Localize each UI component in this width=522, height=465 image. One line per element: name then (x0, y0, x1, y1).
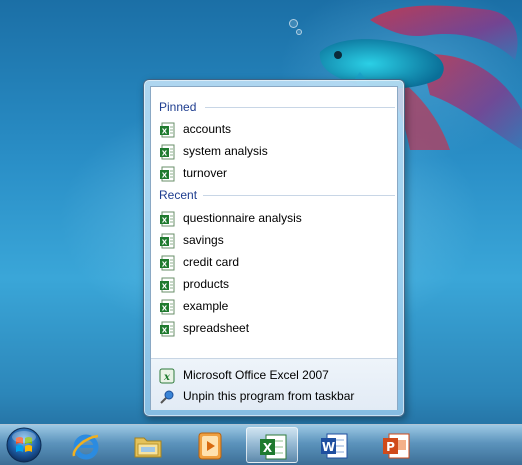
taskbar-windows-explorer[interactable] (122, 427, 174, 463)
svg-text:X: X (162, 305, 168, 313)
excel-app-icon: x (159, 368, 175, 384)
item-label: example (183, 299, 229, 313)
task-unpin[interactable]: Unpin this program from taskbar (159, 386, 391, 407)
taskbar-powerpoint[interactable]: P (370, 427, 422, 463)
item-label: products (183, 277, 230, 291)
svg-text:X: X (162, 261, 168, 269)
svg-text:P: P (386, 440, 395, 454)
item-label: Microsoft Office Excel 2007 (183, 368, 329, 382)
internet-explorer-icon (72, 434, 99, 460)
svg-text:X: X (162, 283, 168, 291)
item-label: credit card (183, 255, 240, 269)
item-label: Unpin this program from taskbar (183, 389, 355, 403)
powerpoint-icon: P (383, 433, 410, 459)
recent-item-spreadsheet[interactable]: X spreadsheet (159, 318, 391, 339)
taskbar-media-player[interactable] (184, 427, 236, 463)
divider (205, 107, 395, 108)
divider (203, 195, 395, 196)
item-label: turnover (183, 166, 228, 180)
recent-item-credit-card[interactable]: X credit card (159, 252, 391, 273)
taskbar-internet-explorer[interactable] (60, 427, 112, 463)
windows-orb-icon[interactable] (4, 425, 44, 465)
media-player-icon (198, 432, 222, 460)
pinned-item-system-analysis[interactable]: X system analysis (159, 141, 391, 162)
excel-document-icon: X (160, 321, 175, 337)
taskbar: X W P (0, 424, 522, 465)
item-label: questionnaire analysis (183, 211, 302, 225)
recent-item-products[interactable]: X products (159, 274, 391, 295)
pinned-section-header: Pinned (159, 99, 395, 115)
svg-text:x: x (163, 372, 171, 383)
recent-item-savings[interactable]: X savings (159, 230, 391, 251)
svg-text:X: X (162, 150, 168, 158)
svg-text:X: X (162, 128, 168, 136)
taskbar-excel[interactable]: X (246, 427, 298, 463)
item-label: spreadsheet (183, 321, 250, 335)
recent-item-questionnaire-analysis[interactable]: X questionnaire analysis (159, 208, 391, 229)
item-label: system analysis (183, 144, 268, 158)
unpin-icon (160, 390, 174, 404)
item-label: savings (183, 233, 224, 247)
excel-document-icon: X (160, 211, 175, 227)
word-icon: W (321, 433, 348, 459)
excel-document-icon: X (160, 166, 175, 182)
task-open-excel[interactable]: x Microsoft Office Excel 2007 (159, 365, 391, 386)
pinned-item-turnover[interactable]: X turnover (159, 163, 391, 184)
bubble (289, 19, 298, 28)
excel-document-icon: X (160, 144, 175, 160)
excel-document-icon: X (160, 255, 175, 271)
svg-text:X: X (263, 441, 273, 455)
svg-text:W: W (322, 440, 335, 454)
excel-icon: X (260, 434, 287, 460)
svg-text:X: X (162, 327, 168, 335)
excel-document-icon: X (160, 122, 175, 138)
folder-icon (134, 437, 162, 458)
pinned-header-label: Pinned (159, 100, 197, 114)
svg-text:X: X (162, 239, 168, 247)
svg-text:X: X (162, 172, 168, 180)
excel-jump-list: Pinned X accounts X system analysis X tu… (143, 79, 405, 417)
excel-document-icon: X (160, 233, 175, 249)
recent-section-header: Recent (159, 187, 395, 203)
excel-document-icon: X (160, 299, 175, 315)
taskbar-word[interactable]: W (308, 427, 360, 463)
item-label: accounts (183, 122, 232, 136)
tasks-section: x Microsoft Office Excel 2007 Unpin this… (151, 358, 397, 410)
jump-list-panel: Pinned X accounts X system analysis X tu… (150, 86, 398, 410)
svg-text:X: X (162, 217, 168, 225)
pinned-item-accounts[interactable]: X accounts (159, 119, 391, 140)
recent-header-label: Recent (159, 188, 198, 202)
excel-document-icon: X (160, 277, 175, 293)
recent-item-example[interactable]: X example (159, 296, 391, 317)
